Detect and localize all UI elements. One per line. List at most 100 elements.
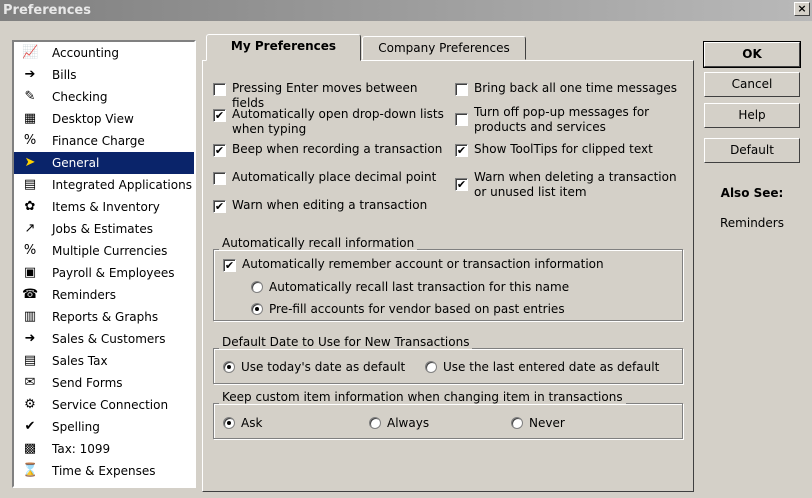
default-button[interactable]: Default	[704, 138, 800, 163]
checkbox[interactable]: ✔	[213, 109, 226, 122]
checkbox[interactable]: ✔	[455, 144, 468, 157]
radio-button[interactable]	[511, 417, 523, 429]
sidebar-item-label: Multiple Currencies	[52, 244, 168, 258]
radio-button[interactable]	[223, 417, 235, 429]
general-icon: ➤	[24, 155, 36, 170]
sidebar-item-spelling[interactable]: ✔ Spelling	[14, 416, 194, 438]
beep-recording-checkbox[interactable]: ✔ Beep when recording a transaction	[213, 142, 453, 157]
radio-button[interactable]	[425, 361, 437, 373]
sidebar-item-label: Integrated Applications	[52, 178, 192, 192]
checkbox[interactable]: ✔	[455, 178, 468, 191]
show-tooltips-checkbox[interactable]: ✔ Show ToolTips for clipped text	[455, 142, 690, 157]
last-entered-date-radio[interactable]: Use the last entered date as default	[425, 360, 659, 374]
sidebar-item-desktop-view[interactable]: ▦ Desktop View	[14, 108, 194, 130]
sidebar-item-label: Reminders	[52, 288, 116, 302]
checkbox-label: Beep when recording a transaction	[232, 142, 443, 156]
sidebar-item-label: Send Forms	[52, 376, 123, 390]
checkbox[interactable]	[213, 172, 226, 185]
checkbox-label: Show ToolTips for clipped text	[474, 142, 653, 156]
radio-button[interactable]	[251, 281, 263, 293]
items-inventory-icon: ✿	[24, 199, 36, 214]
custom-item-group	[213, 403, 683, 439]
checkbox[interactable]	[455, 113, 468, 126]
auto-decimal-checkbox[interactable]: Automatically place decimal point	[213, 170, 453, 185]
radio-label: Pre-fill accounts for vendor based on pa…	[269, 302, 565, 316]
bills-icon: ➔	[24, 67, 36, 82]
sidebar-item-label: Payroll & Employees	[52, 266, 175, 280]
sidebar-item-time-expenses[interactable]: ⌛ Time & Expenses	[14, 460, 194, 482]
sidebar-item-bills[interactable]: ➔ Bills	[14, 64, 194, 86]
help-button[interactable]: Help	[704, 103, 800, 128]
radio-label: Ask	[241, 416, 263, 430]
never-radio[interactable]: Never	[511, 416, 565, 430]
ok-button[interactable]: OK	[703, 41, 801, 68]
checkbox[interactable]	[455, 83, 468, 96]
finance-charge-icon: %	[23, 133, 37, 148]
sidebar-item-tax-1099[interactable]: ▩ Tax: 1099	[14, 438, 194, 460]
radio-label: Automatically recall last transaction fo…	[269, 280, 570, 294]
sidebar-item-finance-charge[interactable]: % Finance Charge	[14, 130, 194, 152]
sidebar-item-multiple-currencies[interactable]: % Multiple Currencies	[14, 240, 194, 262]
sidebar-item-label: Tax: 1099	[52, 442, 111, 456]
sidebar-item-service-connection[interactable]: ⚙ Service Connection	[14, 394, 194, 416]
sidebar-item-sales-customers[interactable]: ➜ Sales & Customers	[14, 328, 194, 350]
sidebar-item-payroll-employees[interactable]: ▣ Payroll & Employees	[14, 262, 194, 284]
sidebar-item-label: General	[52, 156, 100, 170]
send-forms-icon: ✉	[24, 375, 36, 390]
sidebar-item-sales-tax[interactable]: ▤ Sales Tax	[14, 350, 194, 372]
tab-label: My Preferences	[230, 39, 337, 53]
checkbox-label: Turn off pop-up messages for products an…	[474, 105, 650, 134]
always-radio[interactable]: Always	[369, 416, 429, 430]
radio-label: Use the last entered date as default	[443, 360, 660, 374]
warn-deleting-checkbox[interactable]: ✔ Warn when deleting a transaction or un…	[455, 170, 687, 200]
sidebar-item-label: Service Connection	[52, 398, 169, 412]
bring-back-messages-checkbox[interactable]: Bring back all one time messages	[455, 81, 690, 96]
sidebar-item-label: Items & Inventory	[52, 200, 160, 214]
sidebar-item-general[interactable]: ➤ General	[14, 152, 194, 174]
desktop-view-icon: ▦	[23, 111, 37, 126]
recall-last-radio[interactable]: Automatically recall last transaction fo…	[251, 280, 569, 294]
radio-button[interactable]	[223, 361, 235, 373]
prefill-radio[interactable]: Pre-fill accounts for vendor based on pa…	[251, 302, 565, 316]
checkbox[interactable]	[213, 83, 226, 96]
checkbox[interactable]: ✔	[213, 200, 226, 213]
sidebar-item-checking[interactable]: ✎ Checking	[14, 86, 194, 108]
sidebar-item-items-inventory[interactable]: ✿ Items & Inventory	[14, 196, 194, 218]
tab-company-preferences[interactable]: Company Preferences	[362, 36, 526, 60]
sidebar-item-send-forms[interactable]: ✉ Send Forms	[14, 372, 194, 394]
radio-button[interactable]	[369, 417, 381, 429]
preferences-window: Preferences × 📈 Accounting ➔ Bills ✎ Checking…	[0, 0, 812, 498]
auto-open-dropdown-checkbox[interactable]: ✔ Automatically open drop-down lists whe…	[213, 107, 449, 137]
checkbox[interactable]: ✔	[223, 259, 236, 272]
sidebar-item-jobs-estimates[interactable]: ↗ Jobs & Estimates	[14, 218, 194, 240]
turn-off-popups-checkbox[interactable]: Turn off pop-up messages for products an…	[455, 105, 665, 135]
radio-button[interactable]	[251, 303, 263, 315]
sidebar-item-accounting[interactable]: 📈 Accounting	[14, 42, 194, 64]
also-see-title: Also See:	[720, 186, 784, 200]
close-icon[interactable]: ×	[794, 2, 810, 16]
checkbox-label: Automatically place decimal point	[232, 170, 437, 184]
remember-info-checkbox[interactable]: ✔ Automatically remember account or tran…	[223, 257, 678, 272]
sidebar-item-label: Time & Expenses	[52, 464, 156, 478]
sidebar-item-reports-graphs[interactable]: ▥ Reports & Graphs	[14, 306, 194, 328]
checkbox[interactable]: ✔	[213, 144, 226, 157]
checkbox-label: Warn when deleting a transaction or unus…	[474, 170, 677, 199]
accounting-icon: 📈	[22, 45, 39, 60]
multiple-currencies-icon: %	[23, 243, 37, 258]
checkbox-label: Automatically remember account or transa…	[242, 257, 604, 271]
reminders-link[interactable]: Reminders	[704, 216, 800, 230]
sidebar-item-label: Reports & Graphs	[52, 310, 159, 324]
radio-label: Always	[387, 416, 430, 430]
tab-my-preferences[interactable]: My Preferences	[206, 34, 361, 61]
cancel-button[interactable]: Cancel	[704, 72, 800, 97]
time-expenses-icon: ⌛	[22, 463, 39, 478]
category-list[interactable]: 📈 Accounting ➔ Bills ✎ Checking ▦ Desktop View%…	[12, 40, 196, 488]
sidebar-item-integrated-applications[interactable]: ▤ Integrated Applications	[14, 174, 194, 196]
today-date-radio[interactable]: Use today's date as default	[223, 360, 405, 374]
sidebar-item-label: Checking	[52, 90, 108, 104]
ask-radio[interactable]: Ask	[223, 416, 262, 430]
checkbox-label: Warn when editing a transaction	[232, 198, 428, 212]
warn-editing-checkbox[interactable]: ✔ Warn when editing a transaction	[213, 198, 453, 213]
sidebar-item-reminders[interactable]: ☎ Reminders	[14, 284, 194, 306]
radio-label: Use today's date as default	[241, 360, 406, 374]
